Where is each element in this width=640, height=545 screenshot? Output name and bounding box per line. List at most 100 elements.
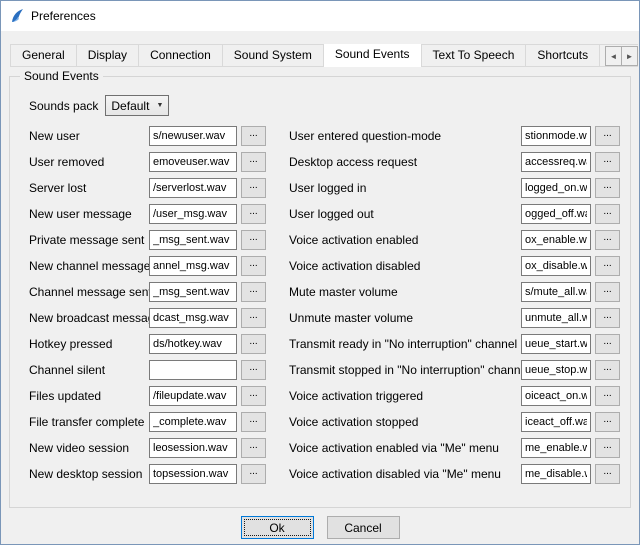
sound-file-input[interactable] [521, 334, 591, 354]
browse-button[interactable]: ... [595, 178, 620, 198]
sound-file-input[interactable] [521, 152, 591, 172]
tab-bar: GeneralDisplayConnectionSound SystemSoun… [10, 44, 638, 67]
browse-button[interactable]: ... [595, 334, 620, 354]
browse-button[interactable]: ... [595, 204, 620, 224]
sound-file-input[interactable] [149, 152, 237, 172]
sound-file-input[interactable] [521, 360, 591, 380]
browse-button[interactable]: ... [241, 308, 266, 328]
sound-event-row: New user... [29, 123, 277, 149]
cancel-button[interactable]: Cancel [327, 516, 400, 539]
tab-scroll-left-button[interactable]: ◄ [605, 46, 622, 66]
sound-file-input[interactable] [521, 126, 591, 146]
sound-event-row: Voice activation stopped... [289, 409, 620, 435]
sound-event-row: User entered question-mode... [289, 123, 620, 149]
tab-text-to-speech[interactable]: Text To Speech [421, 44, 527, 67]
browse-button[interactable]: ... [241, 178, 266, 198]
sound-event-label: Channel silent [29, 363, 149, 377]
sound-event-row: User logged out... [289, 201, 620, 227]
browse-button[interactable]: ... [241, 412, 266, 432]
sound-file-input[interactable] [521, 178, 591, 198]
app-icon [9, 8, 25, 24]
browse-button[interactable]: ... [595, 412, 620, 432]
tab-connection[interactable]: Connection [138, 44, 223, 67]
event-columns: New user...User removed...Server lost...… [29, 123, 624, 487]
browse-button[interactable]: ... [595, 438, 620, 458]
browse-button[interactable]: ... [595, 256, 620, 276]
sound-file-input[interactable] [521, 204, 591, 224]
sound-event-label: Mute master volume [289, 285, 521, 299]
browse-button[interactable]: ... [595, 464, 620, 484]
sound-file-input[interactable] [149, 126, 237, 146]
tab-shortcuts[interactable]: Shortcuts [525, 44, 600, 67]
browse-button[interactable]: ... [241, 438, 266, 458]
sound-event-row: Voice activation enabled... [289, 227, 620, 253]
sound-events-group: Sound Events Sounds pack Default ▼ New u… [9, 76, 631, 508]
sound-file-input[interactable] [521, 282, 591, 302]
ok-button[interactable]: Ok [241, 516, 314, 539]
sound-file-input[interactable] [149, 308, 237, 328]
sound-file-input[interactable] [149, 412, 237, 432]
sound-file-input[interactable] [149, 386, 237, 406]
sound-event-row: New channel message... [29, 253, 277, 279]
browse-button[interactable]: ... [241, 360, 266, 380]
sound-file-input[interactable] [521, 256, 591, 276]
sound-event-label: Hotkey pressed [29, 337, 149, 351]
browse-button[interactable]: ... [595, 308, 620, 328]
sound-event-label: New broadcast message [29, 311, 149, 325]
browse-button[interactable]: ... [595, 152, 620, 172]
tab-general[interactable]: General [10, 44, 77, 67]
sound-file-input[interactable] [521, 230, 591, 250]
sound-file-input[interactable] [521, 438, 591, 458]
browse-button[interactable]: ... [595, 230, 620, 250]
sound-file-input[interactable] [149, 438, 237, 458]
sound-event-row: User logged in... [289, 175, 620, 201]
sound-event-label: User removed [29, 155, 149, 169]
browse-button[interactable]: ... [241, 152, 266, 172]
sound-event-label: Desktop access request [289, 155, 521, 169]
sound-file-input[interactable] [149, 178, 237, 198]
sound-event-label: Voice activation triggered [289, 389, 521, 403]
browse-button[interactable]: ... [241, 204, 266, 224]
sound-file-input[interactable] [149, 282, 237, 302]
sound-event-label: Voice activation disabled [289, 259, 521, 273]
sound-event-row: New user message... [29, 201, 277, 227]
sound-file-input[interactable] [521, 386, 591, 406]
browse-button[interactable]: ... [241, 464, 266, 484]
browse-button[interactable]: ... [595, 360, 620, 380]
tab-sound-events[interactable]: Sound Events [323, 44, 422, 67]
browse-button[interactable]: ... [595, 126, 620, 146]
chevron-down-icon: ▼ [156, 102, 163, 109]
tab-scroll-right-button[interactable]: ► [621, 46, 638, 66]
browse-button[interactable]: ... [241, 256, 266, 276]
events-column-left: New user...User removed...Server lost...… [29, 123, 277, 487]
browse-button[interactable]: ... [241, 230, 266, 250]
sound-event-label: User logged out [289, 207, 521, 221]
sound-file-input[interactable] [149, 334, 237, 354]
sound-file-input[interactable] [521, 308, 591, 328]
sound-event-row: Server lost... [29, 175, 277, 201]
sound-event-row: Channel silent... [29, 357, 277, 383]
browse-button[interactable]: ... [241, 282, 266, 302]
tab-display[interactable]: Display [76, 44, 139, 67]
sound-file-input[interactable] [149, 360, 237, 380]
sound-file-input[interactable] [521, 464, 591, 484]
sound-file-input[interactable] [521, 412, 591, 432]
sound-event-label: Unmute master volume [289, 311, 521, 325]
sound-event-label: Voice activation enabled [289, 233, 521, 247]
sounds-pack-value: Default [111, 99, 149, 113]
browse-button[interactable]: ... [595, 282, 620, 302]
sound-event-label: User entered question-mode [289, 129, 521, 143]
sound-file-input[interactable] [149, 204, 237, 224]
sound-file-input[interactable] [149, 230, 237, 250]
sound-event-row: Mute master volume... [289, 279, 620, 305]
tab-sound-system[interactable]: Sound System [222, 44, 324, 67]
sound-file-input[interactable] [149, 464, 237, 484]
sound-event-row: New broadcast message... [29, 305, 277, 331]
title-bar[interactable]: Preferences [1, 1, 639, 31]
browse-button[interactable]: ... [595, 386, 620, 406]
sound-file-input[interactable] [149, 256, 237, 276]
browse-button[interactable]: ... [241, 334, 266, 354]
browse-button[interactable]: ... [241, 126, 266, 146]
sounds-pack-select[interactable]: Default ▼ [105, 95, 169, 116]
browse-button[interactable]: ... [241, 386, 266, 406]
